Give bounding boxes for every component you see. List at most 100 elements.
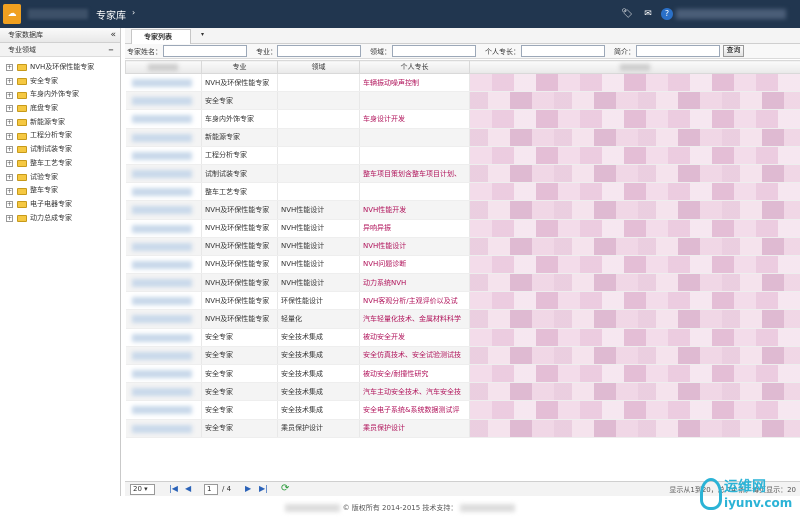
message-icon[interactable]: ✉ xyxy=(642,8,654,20)
tab-menu-icon[interactable]: ▾ xyxy=(201,31,204,38)
tree-item[interactable]: + NVH及环保性能专家 xyxy=(0,61,120,75)
cell-specialty[interactable]: NVH性能开发 xyxy=(359,200,470,220)
cell-specialty[interactable] xyxy=(359,91,470,111)
table-row[interactable]: 安全专家 安全技术集成 汽车主动安全技术、汽车安全技 xyxy=(125,382,800,402)
collapse-icon[interactable]: « xyxy=(110,28,116,43)
tree-item[interactable]: + 电子电器专家 xyxy=(0,198,120,212)
cell-specialty[interactable]: 异响异振 xyxy=(359,219,470,238)
table-row[interactable]: NVH及环保性能专家 NVH性能设计 NVH问题诊断 xyxy=(125,255,800,275)
cell-field: NVH性能设计 xyxy=(277,219,360,238)
table-row[interactable]: NVH及环保性能专家 车辆振动噪声控制 xyxy=(125,73,800,93)
expand-icon[interactable]: + xyxy=(6,78,13,86)
table-row[interactable]: NVH及环保性能专家 NVH性能设计 NVH性能开发 xyxy=(125,200,800,220)
expand-icon[interactable]: + xyxy=(6,187,13,195)
section-toggle-icon[interactable]: − xyxy=(108,43,114,57)
column-header-major[interactable]: 专业 xyxy=(201,60,278,74)
table-row[interactable]: 新能源专家 xyxy=(125,128,800,147)
prev-page-icon[interactable]: ◀ xyxy=(185,484,191,493)
first-page-icon[interactable]: |◀ xyxy=(169,484,178,493)
expand-icon[interactable]: + xyxy=(6,119,13,127)
table-row[interactable]: 试制试装专家 整车项目策划含整车项目计划、 xyxy=(125,164,800,184)
expert-table: 专业 领域 个人专长 NVH及环保性能专家 车辆振动噪声控制 安全专家 车身内外饰专家… xyxy=(125,60,800,438)
cell-specialty[interactable]: 被动安全开发 xyxy=(359,328,470,347)
field-input[interactable] xyxy=(392,45,476,57)
table-row[interactable]: 工程分析专家 xyxy=(125,146,800,165)
table-row[interactable]: 安全专家 安全技术集成 安全仿真技术、安全试验测试技 xyxy=(125,346,800,366)
cell-specialty[interactable]: 安全仿真技术、安全试验测试技 xyxy=(359,346,470,366)
table-row[interactable]: NVH及环保性能专家 NVH性能设计 动力系统NVH xyxy=(125,273,800,293)
cell-specialty[interactable]: 汽车主动安全技术、汽车安全技 xyxy=(359,382,470,402)
column-header-intro[interactable] xyxy=(469,60,800,74)
tag-icon[interactable]: 🏷 xyxy=(621,8,633,20)
expand-icon[interactable]: + xyxy=(6,64,13,72)
page-number-input[interactable]: 1 xyxy=(204,484,218,495)
next-page-icon[interactable]: ▶ xyxy=(245,484,251,493)
table-row[interactable]: 安全专家 xyxy=(125,91,800,111)
tree-item[interactable]: + 新能源专家 xyxy=(0,116,120,130)
cell-intro xyxy=(469,400,800,420)
refresh-icon[interactable]: ⟳ xyxy=(281,483,289,494)
table-row[interactable]: NVH及环保性能专家 环保性能设计 NVH客观分析/主观评价以及试 xyxy=(125,291,800,311)
tree-item[interactable]: + 整车工艺专家 xyxy=(0,157,120,171)
cell-specialty[interactable]: 汽车轻量化技术、金属材料科学 xyxy=(359,309,470,329)
cell-specialty[interactable]: NVH性能设计 xyxy=(359,237,470,256)
cell-specialty[interactable]: 安全电子系统&系统数据测试评 xyxy=(359,400,470,420)
tree-item[interactable]: + 车身内外饰专家 xyxy=(0,88,120,102)
table-row[interactable]: NVH及环保性能专家 轻量化 汽车轻量化技术、金属材料科学 xyxy=(125,309,800,329)
tree-item[interactable]: + 安全专家 xyxy=(0,75,120,89)
cell-specialty[interactable]: 车身设计开发 xyxy=(359,109,470,129)
expand-icon[interactable]: + xyxy=(6,132,13,140)
cell-field xyxy=(277,109,360,129)
app-logo-icon[interactable]: ☁ xyxy=(3,4,21,24)
last-page-icon[interactable]: ▶| xyxy=(259,484,268,493)
table-row[interactable]: 安全专家 安全技术集成 被动安全/耐撞性研究 xyxy=(125,364,800,384)
redacted-intro xyxy=(470,383,800,400)
redacted-intro xyxy=(470,146,800,164)
column-header-name[interactable] xyxy=(125,60,202,74)
major-input[interactable] xyxy=(277,45,361,57)
search-button[interactable]: 查询 xyxy=(723,45,744,57)
cell-specialty[interactable]: 动力系统NVH xyxy=(359,273,470,293)
tree-item[interactable]: + 底盘专家 xyxy=(0,102,120,116)
table-row[interactable]: NVH及环保性能专家 NVH性能设计 NVH性能设计 xyxy=(125,237,800,256)
cell-specialty[interactable] xyxy=(359,182,470,202)
cell-specialty[interactable]: 乘员保护设计 xyxy=(359,419,470,438)
table-row[interactable]: 车身内外饰专家 车身设计开发 xyxy=(125,109,800,129)
expand-icon[interactable]: + xyxy=(6,91,13,99)
cell-specialty[interactable]: 整车项目策划含整车项目计划、 xyxy=(359,164,470,184)
help-icon[interactable]: ? xyxy=(661,8,673,20)
table-header-row: 专业 领域 个人专长 xyxy=(125,60,800,74)
filter-bar: 专家姓名： 专业： 领域： 个人专长： 简介： 查询 xyxy=(125,44,800,59)
cell-specialty[interactable]: NVH问题诊断 xyxy=(359,255,470,275)
expand-icon[interactable]: + xyxy=(6,105,13,113)
column-header-field[interactable]: 领域 xyxy=(277,60,360,74)
table-row[interactable]: 整车工艺专家 xyxy=(125,182,800,202)
column-header-specialty[interactable]: 个人专长 xyxy=(359,60,470,74)
table-row[interactable]: 安全专家 乘员保护设计 乘员保护设计 xyxy=(125,419,800,438)
cell-specialty[interactable]: 车辆振动噪声控制 xyxy=(359,73,470,93)
name-input[interactable] xyxy=(163,45,247,57)
tree-item[interactable]: + 工程分析专家 xyxy=(0,129,120,143)
cell-specialty[interactable]: NVH客观分析/主观评价以及试 xyxy=(359,291,470,311)
cell-specialty[interactable]: 被动安全/耐撞性研究 xyxy=(359,364,470,384)
expand-icon[interactable]: + xyxy=(6,214,13,222)
table-row[interactable]: NVH及环保性能专家 NVH性能设计 异响异振 xyxy=(125,219,800,238)
tree-item[interactable]: + 动力总成专家 xyxy=(0,212,120,226)
folder-icon xyxy=(17,173,27,181)
expand-icon[interactable]: + xyxy=(6,173,13,181)
tree-item[interactable]: + 整车专家 xyxy=(0,184,120,198)
expand-icon[interactable]: + xyxy=(6,201,13,209)
cell-specialty[interactable] xyxy=(359,128,470,147)
table-row[interactable]: 安全专家 安全技术集成 安全电子系统&系统数据测试评 xyxy=(125,400,800,420)
table-row[interactable]: 安全专家 安全技术集成 被动安全开发 xyxy=(125,328,800,347)
expand-icon[interactable]: + xyxy=(6,146,13,154)
expand-icon[interactable]: + xyxy=(6,160,13,168)
specialty-input[interactable] xyxy=(521,45,605,57)
tree-item[interactable]: + 试验专家 xyxy=(0,171,120,185)
tree-item[interactable]: + 试制试装专家 xyxy=(0,143,120,157)
page-size-select[interactable]: 20 ▾ xyxy=(130,484,155,495)
cell-major: NVH及环保性能专家 xyxy=(201,237,278,256)
cell-specialty[interactable] xyxy=(359,146,470,165)
intro-input[interactable] xyxy=(636,45,720,57)
tab-expert-list[interactable]: 专家列表 xyxy=(131,29,191,44)
